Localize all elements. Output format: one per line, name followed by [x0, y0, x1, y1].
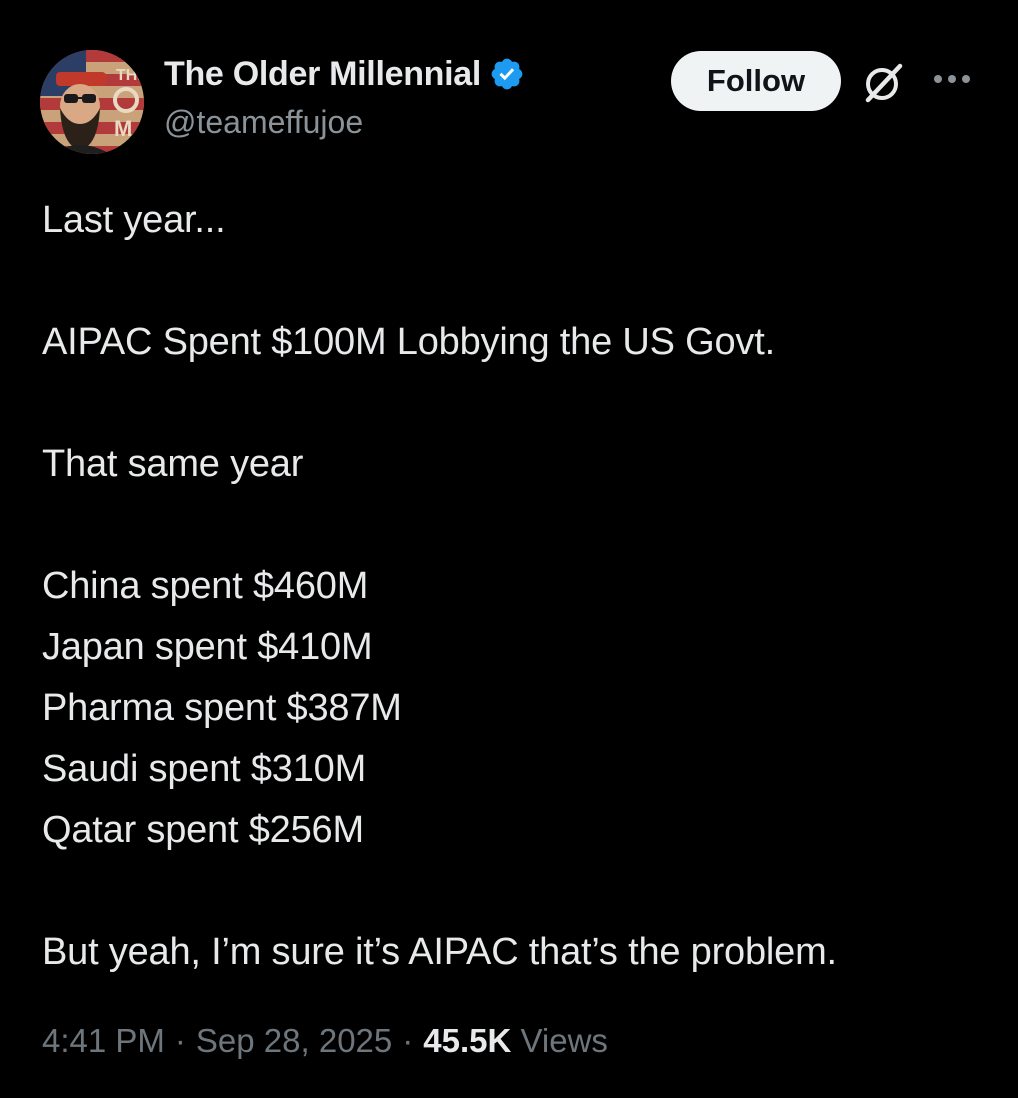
- tweet-line: But yeah, I’m sure it’s AIPAC that’s the…: [42, 931, 837, 973]
- svg-text:M: M: [114, 116, 132, 141]
- display-name[interactable]: The Older Millennial: [164, 55, 481, 94]
- spending-list-item: Qatar spent $256M: [42, 809, 364, 851]
- views-label: Views: [520, 1022, 608, 1059]
- spending-list-item: China spent $460M: [42, 565, 369, 607]
- bearded-man-flag-avatar-icon: THE M: [40, 50, 144, 154]
- more-options-icon[interactable]: [932, 72, 974, 91]
- spending-list-item: Japan spent $410M: [42, 626, 373, 668]
- tweet-meta: 4:41 PM · Sep 28, 2025 · 45.5K Views: [42, 1016, 608, 1066]
- tweet-line: Last year...: [42, 199, 226, 241]
- tweet-text: Last year... AIPAC Spent $100M Lobbying …: [42, 190, 992, 983]
- meta-separator: ·: [174, 1022, 186, 1059]
- tweet-date[interactable]: Sep 28, 2025: [196, 1022, 392, 1060]
- author-handle[interactable]: @teameffujoe: [164, 104, 363, 141]
- verified-badge-icon: [489, 56, 525, 92]
- meta-separator: ·: [402, 1022, 414, 1059]
- svg-text:THE: THE: [116, 67, 144, 84]
- spending-list-item: Saudi spent $310M: [42, 748, 367, 790]
- follow-button[interactable]: Follow: [671, 51, 841, 111]
- views-count[interactable]: 45.5K: [423, 1022, 511, 1059]
- spending-list-item: Pharma spent $387M: [42, 687, 402, 729]
- tweet-line: That same year: [42, 443, 304, 485]
- grok-icon[interactable]: [860, 60, 906, 111]
- tweet-line: AIPAC Spent $100M Lobbying the US Govt.: [42, 321, 775, 363]
- author-name-row[interactable]: The Older Millennial: [164, 52, 525, 96]
- avatar[interactable]: THE M: [40, 50, 144, 154]
- tweet-time[interactable]: 4:41 PM: [42, 1022, 165, 1060]
